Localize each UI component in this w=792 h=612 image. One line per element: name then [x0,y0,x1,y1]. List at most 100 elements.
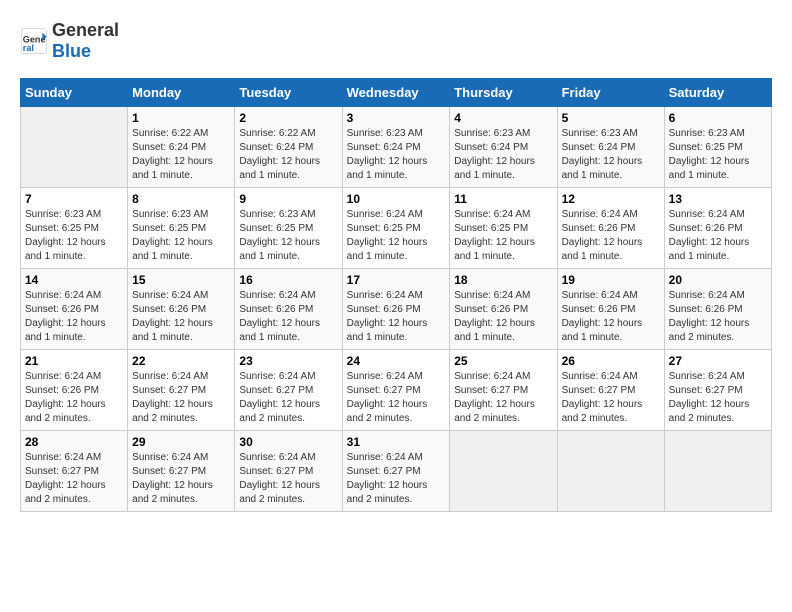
calendar-cell: 17Sunrise: 6:24 AM Sunset: 6:26 PM Dayli… [342,269,450,350]
day-number: 30 [239,435,337,449]
calendar-week-row: 28 Sunrise: 6:24 AM Sunset: 6:27 PM Dayli… [21,431,772,512]
calendar-cell: 15 Sunrise: 6:24 AM Sunset: 6:26 PM Dayli… [128,269,235,350]
weekday-header-monday: Monday [128,79,235,107]
day-info: Sunrise: 6:24 AM Sunset: 6:27 PM Dayligh… [132,451,230,507]
calendar-cell: 10 Sunrise: 6:24 AM Sunset: 6:25 PM Dayli… [342,188,450,269]
day-number: 12 [562,192,660,206]
day-number: 10 [347,192,446,206]
day-number: 3 [347,111,446,125]
day-number: 24 [347,354,446,368]
calendar-cell: 31 Sunrise: 6:24 AM Sunset: 6:27 PM Dayli… [342,431,450,512]
day-number: 6 [669,111,767,125]
calendar-cell: 19 Sunrise: 6:24 AM Sunset: 6:26 PM Dayli… [557,269,664,350]
day-number: 18 [454,273,552,287]
calendar-week-row: 7 Sunrise: 6:23 AM Sunset: 6:25 PM Daylig… [21,188,772,269]
calendar-cell: 8 Sunrise: 6:23 AM Sunset: 6:25 PM Daylig… [128,188,235,269]
calendar-cell: 13 Sunrise: 6:24 AM Sunset: 6:26 PM Dayli… [664,188,771,269]
day-number: 4 [454,111,552,125]
day-info: Sunrise: 6:24 AM Sunset: 6:26 PM Dayligh… [669,208,767,264]
calendar-cell: 9Sunrise: 6:23 AM Sunset: 6:25 PM Daylig… [235,188,342,269]
weekday-header-row: SundayMondayTuesdayWednesdayThursdayFrid… [21,79,772,107]
logo-text-general: Gene [52,20,97,40]
calendar-cell: 29 Sunrise: 6:24 AM Sunset: 6:27 PM Dayli… [128,431,235,512]
calendar-cell: 1 Sunrise: 6:22 AM Sunset: 6:24 PM Daylig… [128,107,235,188]
day-number: 26 [562,354,660,368]
weekday-header-thursday: Thursday [450,79,557,107]
day-info: Sunrise: 6:22 AM Sunset: 6:24 PM Dayligh… [132,127,230,183]
calendar-cell [664,431,771,512]
day-info: Sunrise: 6:24 AM Sunset: 6:27 PM Dayligh… [347,451,446,507]
calendar-cell: 4 Sunrise: 6:23 AM Sunset: 6:24 PM Daylig… [450,107,557,188]
day-info: Sunrise: 6:24 AM Sunset: 6:26 PM Dayligh… [132,289,230,345]
day-info: Sunrise: 6:24 AM Sunset: 6:26 PM Dayligh… [669,289,767,345]
calendar-cell: 3 Sunrise: 6:23 AM Sunset: 6:24 PM Daylig… [342,107,450,188]
day-number: 1 [132,111,230,125]
calendar-cell: 11Sunrise: 6:24 AM Sunset: 6:25 PM Dayli… [450,188,557,269]
day-info: Sunrise: 6:24 AM Sunset: 6:26 PM Dayligh… [562,289,660,345]
day-number: 27 [669,354,767,368]
day-info: Sunrise: 6:24 AM Sunset: 6:27 PM Dayligh… [562,370,660,426]
page-header: Gene ral General Blue [20,20,772,62]
calendar-cell: 6 Sunrise: 6:23 AM Sunset: 6:25 PM Daylig… [664,107,771,188]
weekday-header-sunday: Sunday [21,79,128,107]
calendar-cell [450,431,557,512]
calendar-week-row: 1 Sunrise: 6:22 AM Sunset: 6:24 PM Daylig… [21,107,772,188]
day-number: 28 [25,435,123,449]
day-info: Sunrise: 6:24 AM Sunset: 6:27 PM Dayligh… [454,370,552,426]
day-info: Sunrise: 6:24 AM Sunset: 6:27 PM Dayligh… [239,370,337,426]
calendar-cell: 20 Sunrise: 6:24 AM Sunset: 6:26 PM Dayli… [664,269,771,350]
day-number: 17 [347,273,446,287]
calendar-table: SundayMondayTuesdayWednesdayThursdayFrid… [20,78,772,512]
calendar-cell: 30 Sunrise: 6:24 AM Sunset: 6:27 PM Dayli… [235,431,342,512]
day-number: 20 [669,273,767,287]
day-number: 14 [25,273,123,287]
day-info: Sunrise: 6:24 AM Sunset: 6:27 PM Dayligh… [239,451,337,507]
day-number: 16 [239,273,337,287]
day-number: 25 [454,354,552,368]
day-number: 13 [669,192,767,206]
day-info: Sunrise: 6:23 AM Sunset: 6:24 PM Dayligh… [562,127,660,183]
calendar-cell: 2Sunrise: 6:22 AM Sunset: 6:24 PM Daylig… [235,107,342,188]
day-number: 5 [562,111,660,125]
calendar-cell: 25 Sunrise: 6:24 AM Sunset: 6:27 PM Dayli… [450,350,557,431]
day-info: Sunrise: 6:24 AM Sunset: 6:26 PM Dayligh… [25,289,123,345]
logo-text-blue: Blue [52,41,91,61]
day-info: Sunrise: 6:23 AM Sunset: 6:25 PM Dayligh… [669,127,767,183]
day-info: Sunrise: 6:24 AM Sunset: 6:25 PM Dayligh… [347,208,446,264]
day-info: Sunrise: 6:24 AM Sunset: 6:26 PM Dayligh… [239,289,337,345]
day-info: Sunrise: 6:23 AM Sunset: 6:25 PM Dayligh… [25,208,123,264]
day-info: Sunrise: 6:23 AM Sunset: 6:25 PM Dayligh… [239,208,337,264]
day-number: 15 [132,273,230,287]
day-number: 22 [132,354,230,368]
weekday-header-friday: Friday [557,79,664,107]
day-info: Sunrise: 6:23 AM Sunset: 6:24 PM Dayligh… [347,127,446,183]
calendar-cell: 7 Sunrise: 6:23 AM Sunset: 6:25 PM Daylig… [21,188,128,269]
day-info: Sunrise: 6:24 AM Sunset: 6:27 PM Dayligh… [669,370,767,426]
day-number: 29 [132,435,230,449]
day-info: Sunrise: 6:24 AM Sunset: 6:27 PM Dayligh… [132,370,230,426]
day-info: Sunrise: 6:24 AM Sunset: 6:27 PM Dayligh… [25,451,123,507]
day-info: Sunrise: 6:23 AM Sunset: 6:25 PM Dayligh… [132,208,230,264]
day-number: 19 [562,273,660,287]
day-number: 31 [347,435,446,449]
calendar-cell: 24 Sunrise: 6:24 AM Sunset: 6:27 PM Dayli… [342,350,450,431]
weekday-header-tuesday: Tuesday [235,79,342,107]
day-info: Sunrise: 6:24 AM Sunset: 6:27 PM Dayligh… [347,370,446,426]
calendar-cell: 12Sunrise: 6:24 AM Sunset: 6:26 PM Dayli… [557,188,664,269]
logo-text-general2: ral [97,20,119,40]
calendar-cell [557,431,664,512]
day-info: Sunrise: 6:24 AM Sunset: 6:26 PM Dayligh… [25,370,123,426]
calendar-cell: 21Sunrise: 6:24 AM Sunset: 6:26 PM Dayli… [21,350,128,431]
calendar-cell: 26 Sunrise: 6:24 AM Sunset: 6:27 PM Dayli… [557,350,664,431]
day-info: Sunrise: 6:23 AM Sunset: 6:24 PM Dayligh… [454,127,552,183]
calendar-cell: 27 Sunrise: 6:24 AM Sunset: 6:27 PM Dayli… [664,350,771,431]
calendar-cell: 22 Sunrise: 6:24 AM Sunset: 6:27 PM Dayli… [128,350,235,431]
logo: Gene ral General Blue [20,20,119,62]
calendar-week-row: 21Sunrise: 6:24 AM Sunset: 6:26 PM Dayli… [21,350,772,431]
calendar-cell [21,107,128,188]
day-number: 8 [132,192,230,206]
weekday-header-saturday: Saturday [664,79,771,107]
day-number: 7 [25,192,123,206]
calendar-cell: 14 Sunrise: 6:24 AM Sunset: 6:26 PM Dayli… [21,269,128,350]
calendar-cell: 5 Sunrise: 6:23 AM Sunset: 6:24 PM Daylig… [557,107,664,188]
